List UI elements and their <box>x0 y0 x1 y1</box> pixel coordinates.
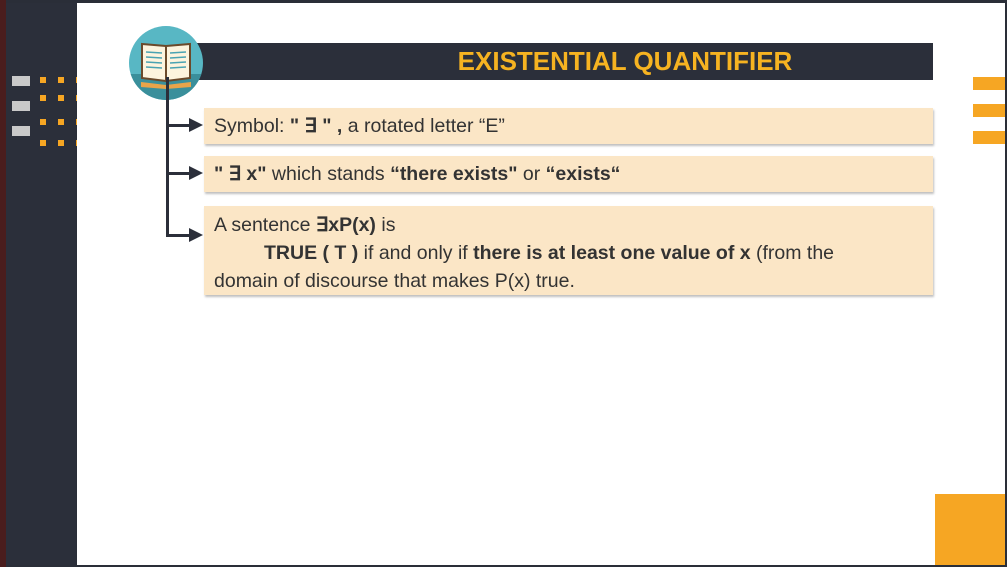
decor-gray-bar <box>12 76 30 86</box>
decor-orange-bar <box>973 131 1005 144</box>
decor-orange-bar <box>973 77 1005 90</box>
bullet-text: A sentence <box>214 214 316 236</box>
decor-gray-bar <box>12 101 30 111</box>
decor-orange-bar <box>973 104 1005 117</box>
bullet-text: which stands <box>266 163 391 185</box>
connector-line <box>166 77 169 237</box>
bullet-definition: A sentence ∃xP(x) is TRUE ( T ) if and o… <box>204 206 933 295</box>
bullet-text: (from the <box>750 242 835 264</box>
arrow-right-icon <box>189 118 203 132</box>
exists-expression: ∃xP(x) <box>315 214 376 236</box>
definition-line-3: domain of discourse that makes P(x) true… <box>214 270 575 292</box>
slide-canvas: EXISTENTIAL QUANTIFIER Symbol: " ∃ " , a… <box>77 3 1005 565</box>
bullet-text: Symbol: <box>214 115 290 137</box>
exists-x-symbol: " ∃ x" <box>214 163 267 185</box>
bullet-text: is <box>375 214 396 236</box>
definition-line-2: TRUE ( T ) if and only if there is at le… <box>214 239 933 267</box>
exists-symbol: " ∃ " , <box>289 115 343 137</box>
decor-orange-block <box>935 494 1005 565</box>
decor-gray-bar <box>12 126 30 136</box>
slide-title: EXISTENTIAL QUANTIFIER <box>457 46 793 76</box>
bullet-symbol: Symbol: " ∃ " , a rotated letter “E” <box>204 108 933 144</box>
phrase-there-exists: “there exists" <box>390 163 518 185</box>
arrow-right-icon <box>189 228 203 242</box>
true-label: TRUE ( T ) <box>264 242 359 264</box>
condition-text: there is at least one value of x <box>473 242 751 264</box>
bullet-text: if and only if <box>358 242 474 264</box>
bullet-meaning: " ∃ x" which stands “there exists" or “e… <box>204 156 933 192</box>
definition-line-1: A sentence ∃xP(x) is <box>214 211 933 239</box>
arrow-right-icon <box>189 166 203 180</box>
bullet-text: or <box>517 163 546 185</box>
slide-sidebar <box>6 3 118 565</box>
phrase-exists: “exists“ <box>545 163 621 185</box>
bullet-text: a rotated letter “E” <box>342 115 505 137</box>
